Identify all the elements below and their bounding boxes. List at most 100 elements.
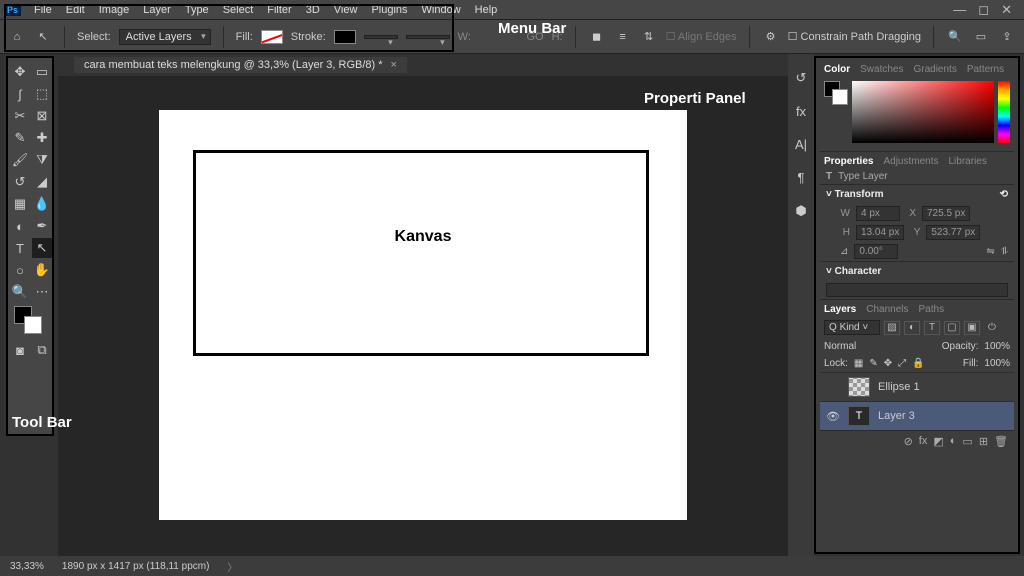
fx-icon[interactable]: fx <box>796 104 806 119</box>
filter-shape-icon[interactable]: ▢ <box>944 321 960 335</box>
quickmask-icon[interactable]: ◙ <box>10 340 30 360</box>
gear-icon[interactable]: ⚙ <box>762 28 780 46</box>
type-icon[interactable]: T <box>10 238 30 258</box>
fg-bg-swatch[interactable] <box>10 304 52 338</box>
gradient-icon[interactable]: ▦ <box>10 194 30 214</box>
reset-icon[interactable]: ⟲ <box>1000 189 1008 200</box>
para-icon[interactable]: ¶ <box>798 170 805 185</box>
workspace-icon[interactable]: ▭ <box>972 28 990 46</box>
lock-all-icon[interactable]: 🔒 <box>912 358 924 369</box>
menu-help[interactable]: Help <box>468 4 505 16</box>
color-picker[interactable] <box>852 81 994 143</box>
menu-3d[interactable]: 3D <box>299 4 327 16</box>
angle-field[interactable]: 0.00° <box>854 244 898 259</box>
stroke-width-field[interactable] <box>364 35 398 39</box>
menu-layer[interactable]: Layer <box>136 4 178 16</box>
screenmode-icon[interactable]: ⧉ <box>32 340 52 360</box>
selection-icon[interactable]: ⬚ <box>32 84 52 104</box>
hand-icon[interactable]: ✋ <box>32 260 52 280</box>
tab-channels[interactable]: Channels <box>866 304 908 315</box>
share-icon[interactable]: ⇪ <box>998 28 1016 46</box>
filter-toggle-icon[interactable]: ⏻ <box>984 321 1000 335</box>
canvas[interactable]: Kanvas <box>159 110 687 520</box>
group-icon[interactable]: ▭ <box>962 435 972 448</box>
font-dropdown[interactable] <box>826 283 1008 297</box>
menu-filter[interactable]: Filter <box>260 4 298 16</box>
kind-filter[interactable]: Q Kind ˅ <box>824 320 880 335</box>
menu-image[interactable]: Image <box>92 4 137 16</box>
document-tab[interactable]: cara membuat teks melengkung @ 33,3% (La… <box>74 57 407 73</box>
menu-plugins[interactable]: Plugins <box>364 4 414 16</box>
lock-brush-icon[interactable]: ✎ <box>869 358 877 369</box>
menu-type[interactable]: Type <box>178 4 216 16</box>
menu-view[interactable]: View <box>327 4 365 16</box>
layer-layer3[interactable]: 👁 T Layer 3 <box>820 401 1014 430</box>
x-field[interactable]: 725.5 px <box>922 206 970 221</box>
path-select-tool-icon[interactable]: ↖ <box>34 28 52 46</box>
lock-nest-icon[interactable]: ⤢ <box>898 358 906 369</box>
hue-bar[interactable] <box>998 81 1010 143</box>
path-select-icon[interactable]: ↖ <box>32 238 52 258</box>
menu-file[interactable]: File <box>27 4 59 16</box>
shape-icon[interactable]: ○ <box>10 260 30 280</box>
move-icon[interactable]: ✥ <box>10 62 30 82</box>
menu-window[interactable]: Window <box>415 4 468 16</box>
filter-image-icon[interactable]: ▧ <box>884 321 900 335</box>
filter-type-icon[interactable]: T <box>924 321 940 335</box>
fx-add-icon[interactable]: fx <box>919 435 928 448</box>
history-icon[interactable]: ↺ <box>796 70 807 86</box>
stroke-style-field[interactable] <box>406 35 450 39</box>
fill-field[interactable]: 100% <box>984 358 1010 369</box>
more-icon[interactable]: ⋯ <box>32 282 52 302</box>
3d-icon[interactable]: ⬢ <box>795 203 806 219</box>
filter-smart-icon[interactable]: ▣ <box>964 321 980 335</box>
zoom-icon[interactable]: 🔍 <box>10 282 30 302</box>
blur-icon[interactable]: 💧 <box>32 194 52 214</box>
tab-gradients[interactable]: Gradients <box>913 64 956 75</box>
y-field[interactable]: 523.77 px <box>926 225 980 240</box>
tab-libraries[interactable]: Libraries <box>949 156 987 167</box>
lock-trans-icon[interactable]: ▦ <box>854 358 863 369</box>
eraser-icon[interactable]: ◢ <box>32 172 52 192</box>
trash-icon[interactable]: 🗑 <box>994 435 1008 448</box>
eyedropper-icon[interactable]: ✎ <box>10 128 30 148</box>
home-icon[interactable]: ⌂ <box>8 28 26 46</box>
tab-adjustments[interactable]: Adjustments <box>883 156 938 167</box>
layer-ellipse1[interactable]: Ellipse 1 <box>820 372 1014 401</box>
marquee-icon[interactable]: ▭ <box>32 62 52 82</box>
crop-icon[interactable]: ✂ <box>10 106 30 126</box>
mask-icon[interactable]: ◩ <box>933 435 943 448</box>
tab-properties[interactable]: Properties <box>824 156 873 167</box>
height-field[interactable]: 13.04 px <box>856 225 904 240</box>
tab-color[interactable]: Color <box>824 64 850 75</box>
tab-layers[interactable]: Layers <box>824 304 856 315</box>
path-op-icon[interactable]: ◼ <box>588 28 606 46</box>
dodge-icon[interactable]: ◐ <box>10 216 30 236</box>
tab-close-icon[interactable]: × <box>391 59 397 71</box>
lasso-icon[interactable]: ʃ <box>10 84 30 104</box>
win-restore-icon[interactable]: ◻ <box>978 2 989 18</box>
flip-h-icon[interactable]: ⇋ <box>986 246 994 257</box>
width-field[interactable]: 4 px <box>856 206 900 221</box>
tab-paths[interactable]: Paths <box>919 304 945 315</box>
opacity-field[interactable]: 100% <box>984 341 1010 352</box>
character-header[interactable]: Character <box>835 266 882 277</box>
history-brush-icon[interactable]: ↺ <box>10 172 30 192</box>
fill-swatch[interactable] <box>261 30 283 44</box>
constrain-check[interactable]: ☐ Constrain Path Dragging <box>788 30 921 43</box>
lock-pos-icon[interactable]: ✥ <box>884 358 892 369</box>
brush-icon[interactable]: 🖌 <box>10 150 30 170</box>
menu-select[interactable]: Select <box>216 4 261 16</box>
tab-swatches[interactable]: Swatches <box>860 64 903 75</box>
tab-patterns[interactable]: Patterns <box>967 64 1004 75</box>
pen-icon[interactable]: ✒ <box>32 216 52 236</box>
win-close-icon[interactable]: ✕ <box>1001 2 1012 18</box>
link-icon[interactable]: ⊘ <box>904 435 913 448</box>
frame-icon[interactable]: ⊠ <box>32 106 52 126</box>
stroke-swatch[interactable] <box>334 30 356 44</box>
blend-mode-dropdown[interactable]: Normal <box>824 341 888 352</box>
stamp-icon[interactable]: ⧩ <box>32 150 52 170</box>
flip-v-icon[interactable]: ⥮ <box>1001 246 1008 257</box>
char-icon[interactable]: A| <box>795 137 807 152</box>
align-edges-check[interactable]: ☐ Align Edges <box>666 30 737 43</box>
